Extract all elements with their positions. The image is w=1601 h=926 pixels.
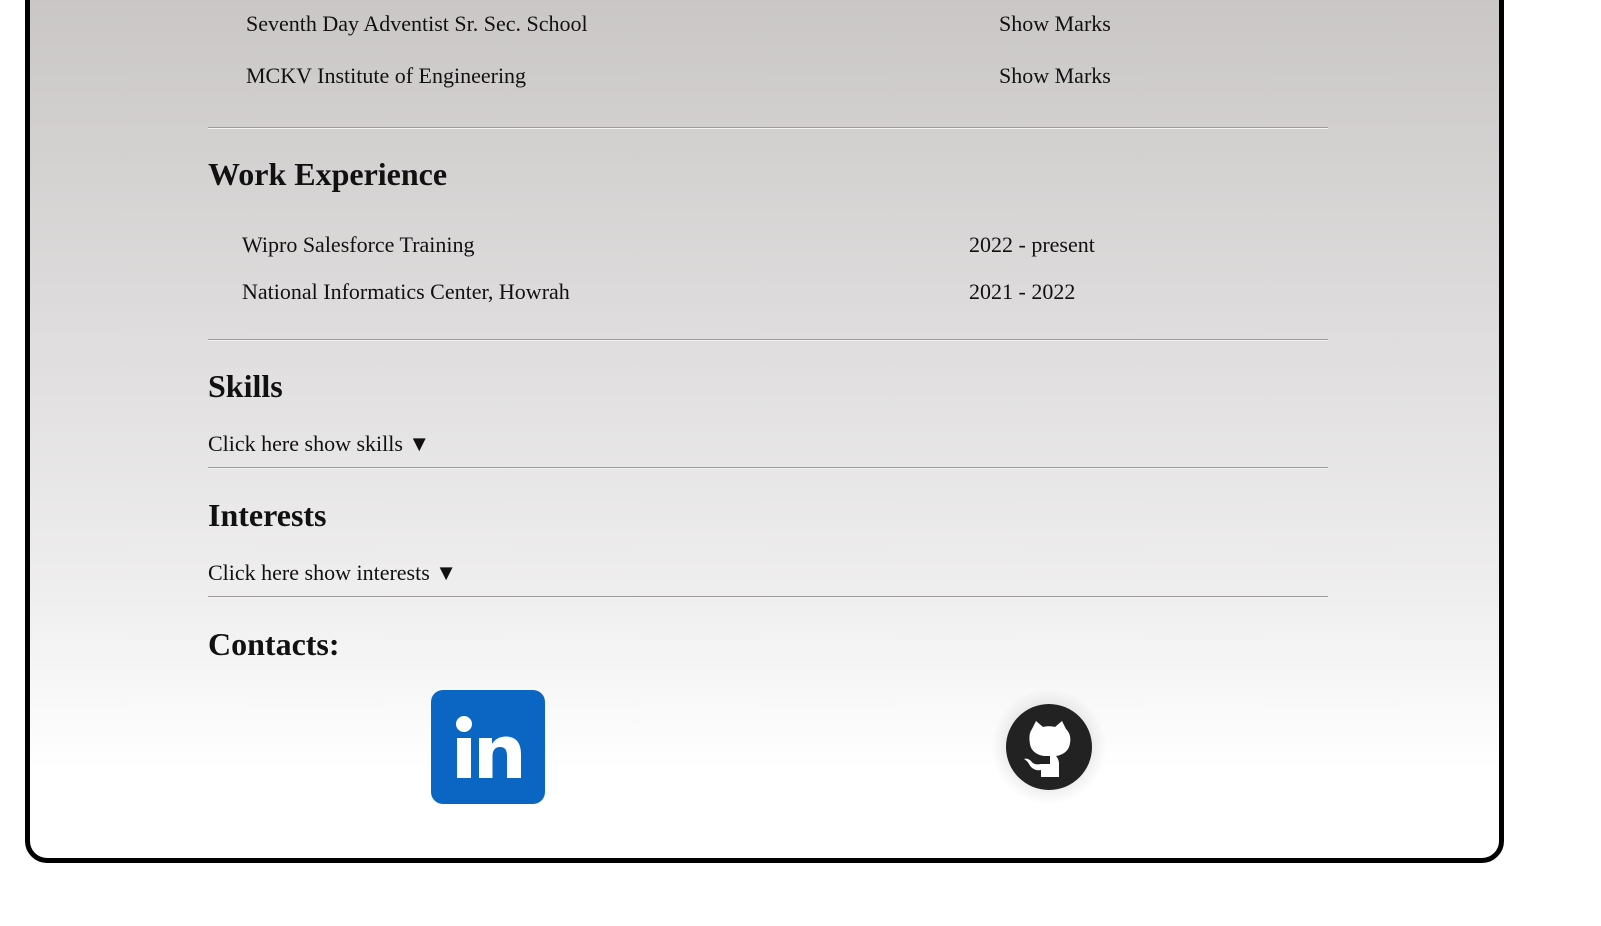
education-item-name: Seventh Day Adventist Sr. Sec. School [246,11,588,36]
work-item-name: National Informatics Center, Howrah [242,279,570,304]
show-skills-toggle[interactable]: Click here show skills ▼ [208,431,430,457]
show-interests-toggle[interactable]: Click here show interests ▼ [208,560,457,586]
section-divider [208,467,1328,469]
section-divider [208,596,1328,598]
work-experience-heading: Work Experience [208,156,448,192]
linkedin-link[interactable] [431,690,545,804]
interests-heading: Interests [208,497,327,533]
work-item-name: Wipro Salesforce Training [242,232,475,257]
section-divider [208,127,1328,129]
work-item-period: 2022 - present [969,232,1095,257]
contacts-heading: Contacts: [208,626,340,662]
education-item-name: MCKV Institute of Engineering [246,63,527,88]
show-marks-button[interactable]: Show Marks [999,63,1111,89]
skills-heading: Skills [208,368,283,404]
github-link[interactable] [992,690,1106,804]
show-marks-button[interactable]: Show Marks [999,11,1111,37]
github-icon [1006,704,1092,790]
linkedin-icon [456,716,521,778]
section-divider [208,339,1328,341]
work-item-period: 2021 - 2022 [969,279,1076,304]
